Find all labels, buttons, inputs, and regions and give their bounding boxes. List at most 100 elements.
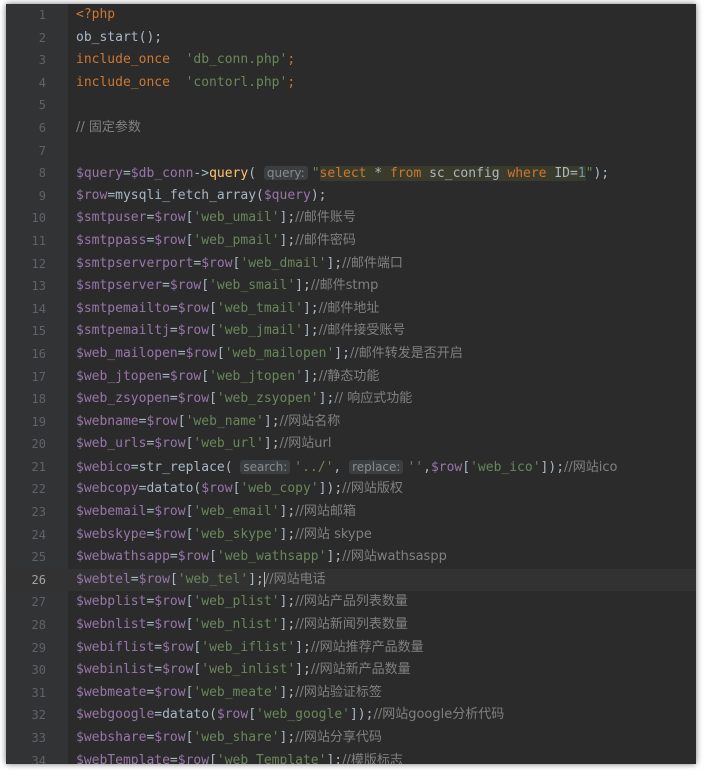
code-line[interactable]: 7 <box>6 140 696 163</box>
code-text: $webgoogle=datato($row['web_google']);//… <box>76 704 504 727</box>
code-token: //网站ico <box>564 459 618 475</box>
line-number: 20 <box>31 437 46 452</box>
parameter-hint: query: <box>263 166 308 181</box>
code-line[interactable]: 23 $webemail=$row['web_email'];//网站邮箱 <box>6 501 696 524</box>
code-token: 'web_dmail' <box>240 255 327 271</box>
code-line[interactable]: 6 // 固定参数 <box>6 117 696 140</box>
code-line[interactable]: 30 $webinlist=$row['web_inlist'];//网站新产品数… <box>6 659 696 682</box>
code-line[interactable]: 19 $webname=$row['web_name'];//网站名称 <box>6 411 696 434</box>
code-line[interactable]: 1 <?php <box>6 4 696 27</box>
code-token: 'web_share' <box>193 730 280 745</box>
code-token: ]); <box>349 707 374 723</box>
line-number: 13 <box>31 279 46 294</box>
code-token: $webmeate <box>76 684 147 700</box>
code-line[interactable]: 9 $row=mysqli_fetch_array($query); <box>6 185 696 208</box>
code-line[interactable]: 34 $webTemplate=$row['web_Template'];//模版… <box>6 750 696 764</box>
code-line[interactable]: 10 $smtpuser=$row['web_umail'];//邮件账号 <box>6 207 696 230</box>
code-line[interactable]: 15 $smtpemailtj=$row['web_jmail'];//邮件接受账… <box>6 320 696 343</box>
code-line[interactable]: 29 $webiflist=$row['web_iflist'];//网站推荐产品… <box>6 637 696 660</box>
code-line[interactable]: 33 $webshare=$row['web_share'];//网站分享代码 <box>6 727 696 750</box>
code-text: $row=mysqli_fetch_array($query); <box>76 185 326 208</box>
code-line[interactable]: 8 $query=$db_conn->query( query: "select *… <box>6 162 696 185</box>
code-token: $row <box>154 730 186 745</box>
code-line[interactable]: 20 $web_urls=$row['web_url'];//网站url <box>6 433 696 456</box>
code-editor[interactable]: 1 <?php 2 ob_start(); 3 include_once 'db_conn… <box>6 4 696 764</box>
code-token: $row <box>201 255 233 271</box>
code-line[interactable]: 17 $web_jtopen=$row['web_jtopen'];//静态功能 <box>6 366 696 389</box>
code-line[interactable]: 31 $webmeate=$row['web_meate'];//网站验证标签 <box>6 682 696 705</box>
code-line[interactable]: 3 include_once 'db_conn.php'; <box>6 49 696 72</box>
line-number: 9 <box>38 188 46 203</box>
code-line[interactable]: 11 $smtppass=$row['web_pmail'];//邮件密码 <box>6 230 696 253</box>
parameter-hint: replace: <box>349 459 404 474</box>
code-token: $smtpuser <box>76 210 147 226</box>
line-number: 29 <box>31 640 46 655</box>
code-token: //网站url <box>279 436 332 452</box>
code-line[interactable]: 24 $webskype=$row['web_skype'];//网站 skype <box>6 524 696 547</box>
code-token: //邮件接受账号 <box>318 323 406 339</box>
code-line[interactable]: 14 $smtpemailto=$row['web_tmail'];//邮件地址 <box>6 298 696 321</box>
code-line[interactable]: 26 $webtel=$row['web_tel'];//网站电话 <box>6 568 696 592</box>
code-token: $smtpserverport <box>76 255 194 271</box>
code-line[interactable]: 5 <box>6 94 696 117</box>
code-line[interactable]: 4 include_once 'contorl.php'; <box>6 72 696 95</box>
code-token: [ <box>462 459 471 475</box>
code-token: //邮件端口 <box>342 255 403 271</box>
code-line[interactable]: 25 $webwathsapp=$row['web_wathsapp'];//网站… <box>6 546 696 569</box>
code-token: $row <box>177 549 210 565</box>
code-line[interactable]: 12 $smtpserverport=$row['web_dmail'];//邮件… <box>6 253 696 276</box>
code-text: $smtpemailtj=$row['web_jmail'];//邮件接受账号 <box>76 320 405 343</box>
code-token: $row <box>169 368 202 384</box>
code-token: '../' <box>294 459 334 475</box>
code-token: select <box>319 166 367 182</box>
code-token: //邮件密码 <box>295 232 356 248</box>
code-line[interactable]: 22 $webcopy=datato($row['web_copy']);//网站… <box>6 478 696 501</box>
code-token: $query <box>263 187 311 203</box>
code-line[interactable]: 18 $web_zsyopen=$row['web_zsyopen'];// 响应… <box>6 388 696 411</box>
code-token: $row <box>201 481 233 497</box>
code-token: //邮件账号 <box>295 210 356 226</box>
code-token: [ <box>209 752 217 764</box>
code-line[interactable]: 13 $smtpserver=$row['web_smail'];//邮件stmp <box>6 275 696 298</box>
code-token: $row <box>154 232 186 248</box>
code-token: $row <box>430 459 463 475</box>
code-token: $row <box>177 323 210 339</box>
code-token: //模版标志 <box>342 752 403 764</box>
code-token: $webinlist <box>76 662 155 678</box>
code-line[interactable]: 2 ob_start(); <box>6 27 696 50</box>
code-token: ]; <box>279 594 296 610</box>
code-token: 'web_jtopen' <box>209 368 303 384</box>
code-token: //网站分享代码 <box>295 730 382 745</box>
code-token: $web_zsyopen <box>76 391 170 407</box>
code-token: //网站google分析代码 <box>373 707 505 723</box>
code-text: $webTemplate=$row['web_Template'];//模版标志 <box>76 750 403 764</box>
code-token: //网站产品列表数量 <box>295 594 408 610</box>
code-token: 'web_Template' <box>216 752 327 764</box>
code-token: ); <box>593 166 610 182</box>
code-token: 1 <box>577 166 586 182</box>
code-token: $row <box>154 210 186 226</box>
code-token: $row <box>162 662 194 678</box>
code-token: $webname <box>76 413 139 429</box>
code-token: $webnlist <box>76 617 147 633</box>
code-token: //网站推荐产品数量 <box>310 639 424 655</box>
line-number: 11 <box>31 233 46 248</box>
code-token: 'web_tel' <box>177 571 249 587</box>
code-line[interactable]: 32 $webgoogle=datato($row['web_google']);… <box>6 704 696 727</box>
code-text: $web_mailopen=$row['web_mailopen'];//邮件转… <box>76 343 463 366</box>
code-token: $row <box>154 504 186 520</box>
code-token: // 固定参数 <box>76 119 141 135</box>
line-number: 23 <box>31 505 46 520</box>
code-token: $row <box>146 413 178 429</box>
code-text: $webshare=$row['web_share'];//网站分享代码 <box>76 727 382 750</box>
code-token: = <box>169 323 178 339</box>
code-token: //网站新产品数量 <box>310 662 411 678</box>
code-line[interactable]: 16 $web_mailopen=$row['web_mailopen'];//邮… <box>6 343 696 366</box>
code-line[interactable]: 21 $webico=str_replace( search: '../', rep… <box>6 456 696 479</box>
code-token: ; <box>287 52 296 68</box>
code-line[interactable]: 27 $webplist=$row['web_plist'];//网站产品列表数量 <box>6 591 696 614</box>
code-line[interactable]: 28 $webnlist=$row['web_nlist'];//网站新闻列表数量 <box>6 614 696 637</box>
code-token: $row <box>154 617 186 633</box>
code-token: $web_jtopen <box>76 368 163 384</box>
code-token: $webwathsapp <box>76 549 170 565</box>
